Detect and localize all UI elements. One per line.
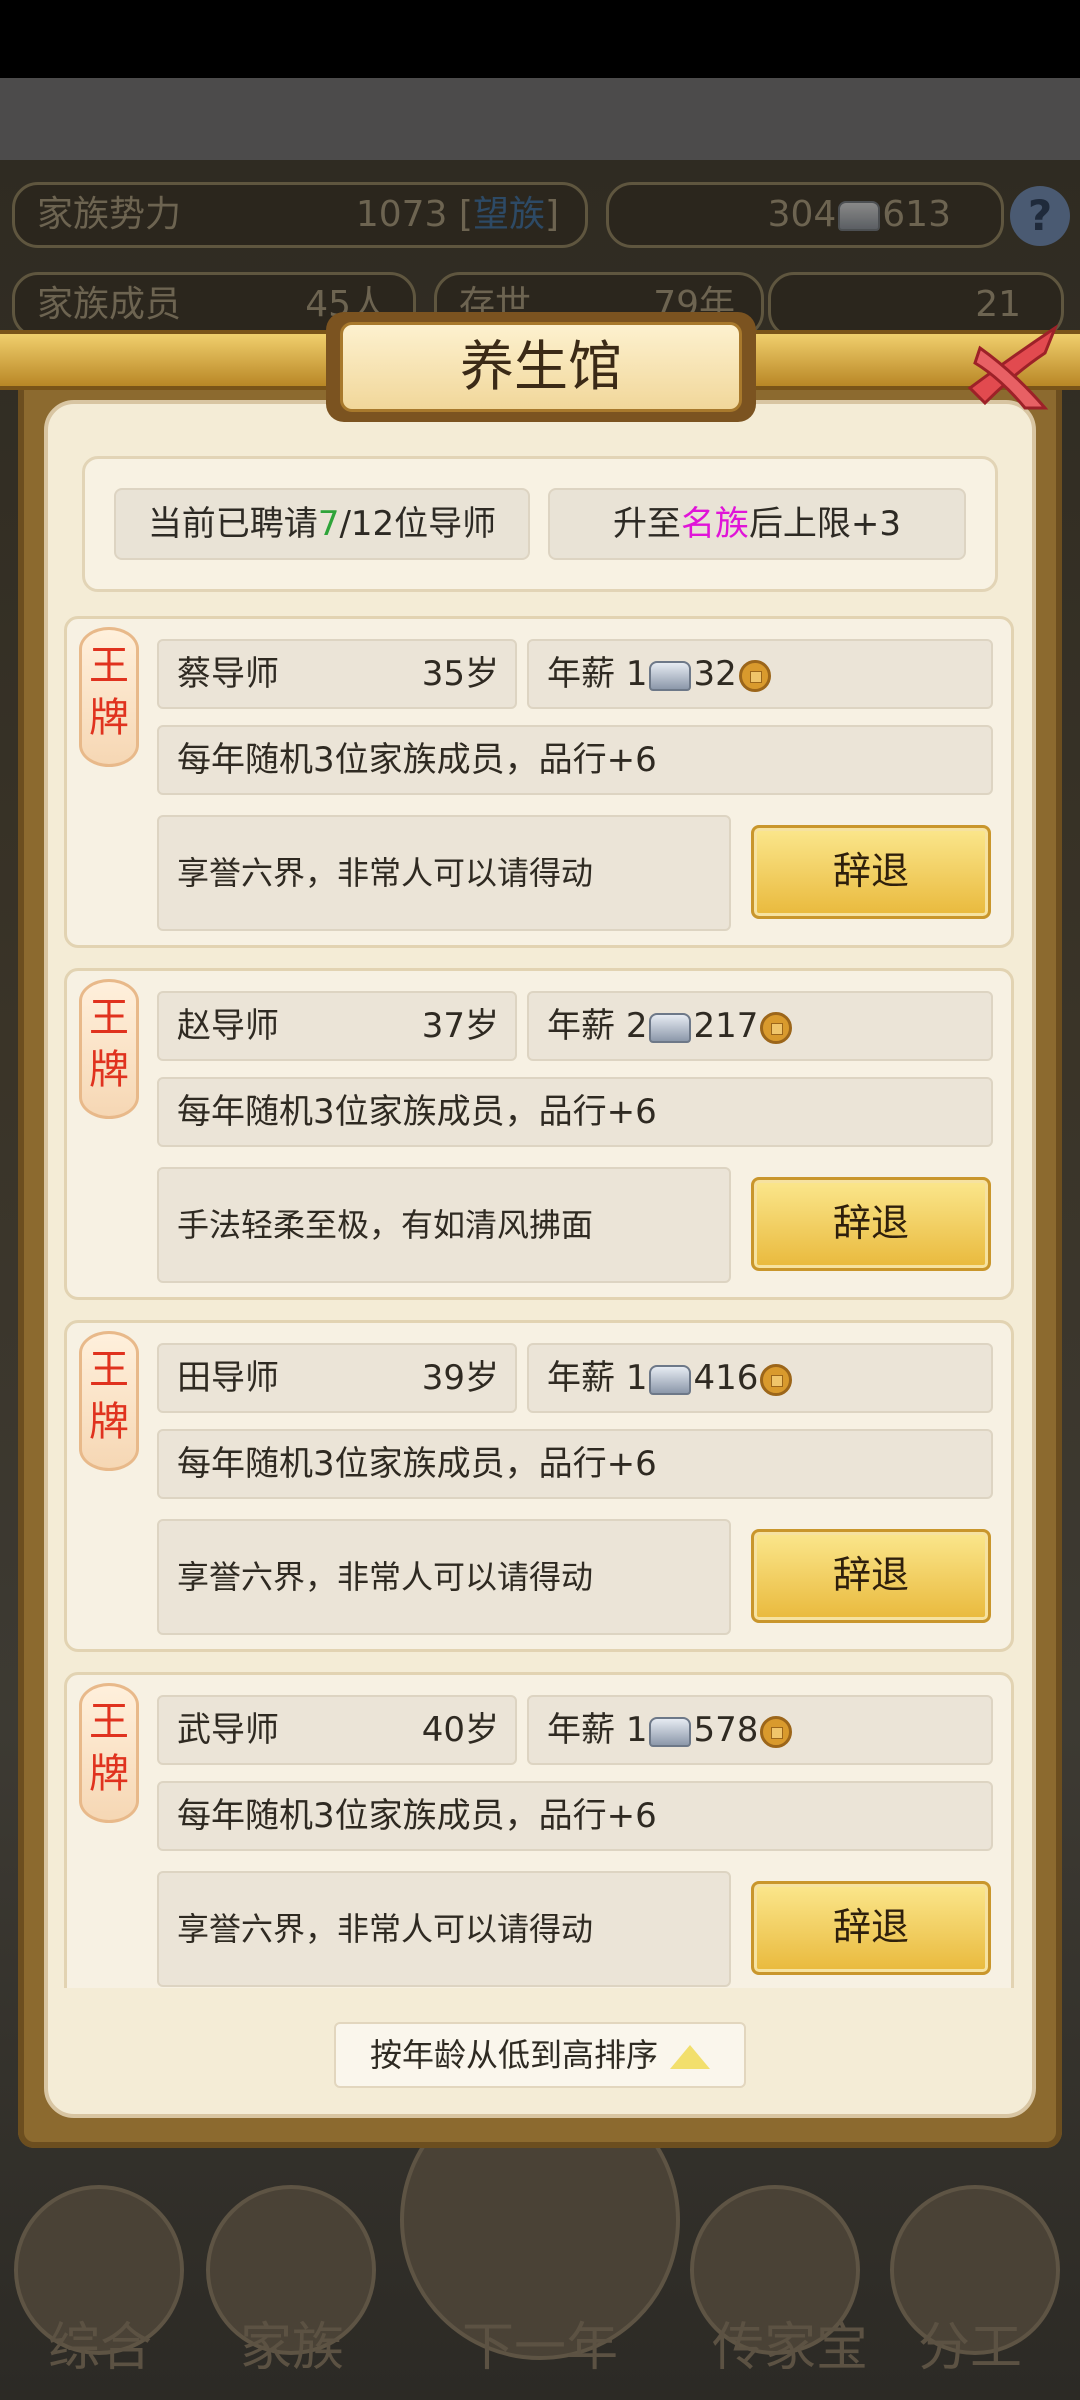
mentor-list[interactable]: 王牌 蔡导师 35岁 年薪 1 32 每年随机3位家族成员，品行+6 享誉六界，非常… [64, 616, 1016, 1988]
silver-ingot-icon [649, 660, 692, 691]
mentor-card: 王牌 武导师 40岁 年薪 1 578 每年随机3位家族成员，品行+6 享誉六界，非… [64, 1672, 1014, 1988]
nav-label-heirloom: 传家宝 [711, 2318, 868, 2378]
nav-label-family: 家族 [239, 2318, 344, 2378]
nav-label-division: 分工 [917, 2318, 1022, 2378]
mentor-age: 40岁 [421, 1710, 499, 1750]
app-top-bar [0, 78, 1080, 160]
ace-tag: 王牌 [79, 1331, 139, 1471]
silver-ingot-icon [838, 201, 881, 231]
copper-coin-icon [760, 1011, 793, 1044]
dismiss-button[interactable]: 辞退 [751, 825, 991, 919]
sort-triangle-icon [670, 2045, 710, 2069]
mentor-description: 手法轻柔至极，有如清风拂面 [157, 1167, 731, 1283]
mentor-salary: 年薪 2 217 [527, 991, 993, 1061]
mentor-age: 39岁 [421, 1358, 499, 1398]
mentor-salary: 年薪 1 32 [527, 639, 993, 709]
nav-label-overview: 综合 [47, 2318, 152, 2378]
mentor-effect: 每年随机3位家族成员，品行+6 [157, 725, 993, 795]
mentor-salary: 年薪 1 416 [527, 1343, 993, 1413]
currency-pill: 304 613 [606, 182, 1004, 248]
mentor-name: 蔡导师 35岁 [157, 639, 517, 709]
mentor-name: 田导师 39岁 [157, 1343, 517, 1413]
family-power-label: 家族势力 [37, 194, 182, 235]
mentor-effect: 每年随机3位家族成员，品行+6 [157, 1781, 993, 1851]
hired-count-pill: 当前已聘请7/12位导师 [114, 488, 530, 560]
mentor-effect: 每年随机3位家族成员，品行+6 [157, 1429, 993, 1499]
copper-coin-icon [760, 1715, 793, 1748]
sort-by-age-button[interactable]: 按年龄从低到高排序 [334, 2022, 746, 2088]
mentor-description: 享誉六界，非常人可以请得动 [157, 815, 731, 931]
ace-tag: 王牌 [79, 979, 139, 1119]
silver-ingot-icon [649, 1364, 692, 1395]
mentor-name: 赵导师 37岁 [157, 991, 517, 1061]
help-icon[interactable]: ? [1010, 186, 1070, 246]
mentor-name: 武导师 40岁 [157, 1695, 517, 1765]
status-bar [0, 0, 1080, 78]
upgrade-limit-pill: 升至名族后上限+3 [548, 488, 966, 560]
copper-coin-icon [738, 659, 771, 692]
ace-tag: 王牌 [79, 1683, 139, 1823]
close-icon[interactable] [960, 318, 1060, 418]
family-power-pill: 家族势力 1073 [望族] [12, 182, 588, 248]
modal-title: 养生馆 [340, 322, 742, 412]
mentor-card: 王牌 赵导师 37岁 年薪 2 217 每年随机3位家族成员，品行+6 手法轻柔至极… [64, 968, 1014, 1300]
mentor-card: 王牌 蔡导师 35岁 年薪 1 32 每年随机3位家族成员，品行+6 享誉六界，非常… [64, 616, 1014, 948]
mentor-age: 37岁 [421, 1006, 499, 1046]
dismiss-button[interactable]: 辞退 [751, 1529, 991, 1623]
currency-values: 304 613 [767, 194, 951, 235]
mentor-card: 王牌 田导师 39岁 年薪 1 416 每年随机3位家族成员，品行+6 享誉六界，非… [64, 1320, 1014, 1652]
dismiss-button[interactable]: 辞退 [751, 1881, 991, 1975]
family-power-value: 1073 [望族] [355, 194, 559, 235]
silver-ingot-icon [649, 1716, 692, 1747]
mentor-age: 35岁 [421, 654, 499, 694]
ace-tag: 王牌 [79, 627, 139, 767]
mentor-salary: 年薪 1 578 [527, 1695, 993, 1765]
copper-coin-icon [760, 1363, 793, 1396]
mentor-description: 享誉六界，非常人可以请得动 [157, 1519, 731, 1635]
dismiss-button[interactable]: 辞退 [751, 1177, 991, 1271]
mentor-effect: 每年随机3位家族成员，品行+6 [157, 1077, 993, 1147]
nav-label-next-year: 下一年 [461, 2318, 618, 2378]
mentor-description: 享誉六界，非常人可以请得动 [157, 1871, 731, 1987]
silver-ingot-icon [649, 1012, 692, 1043]
